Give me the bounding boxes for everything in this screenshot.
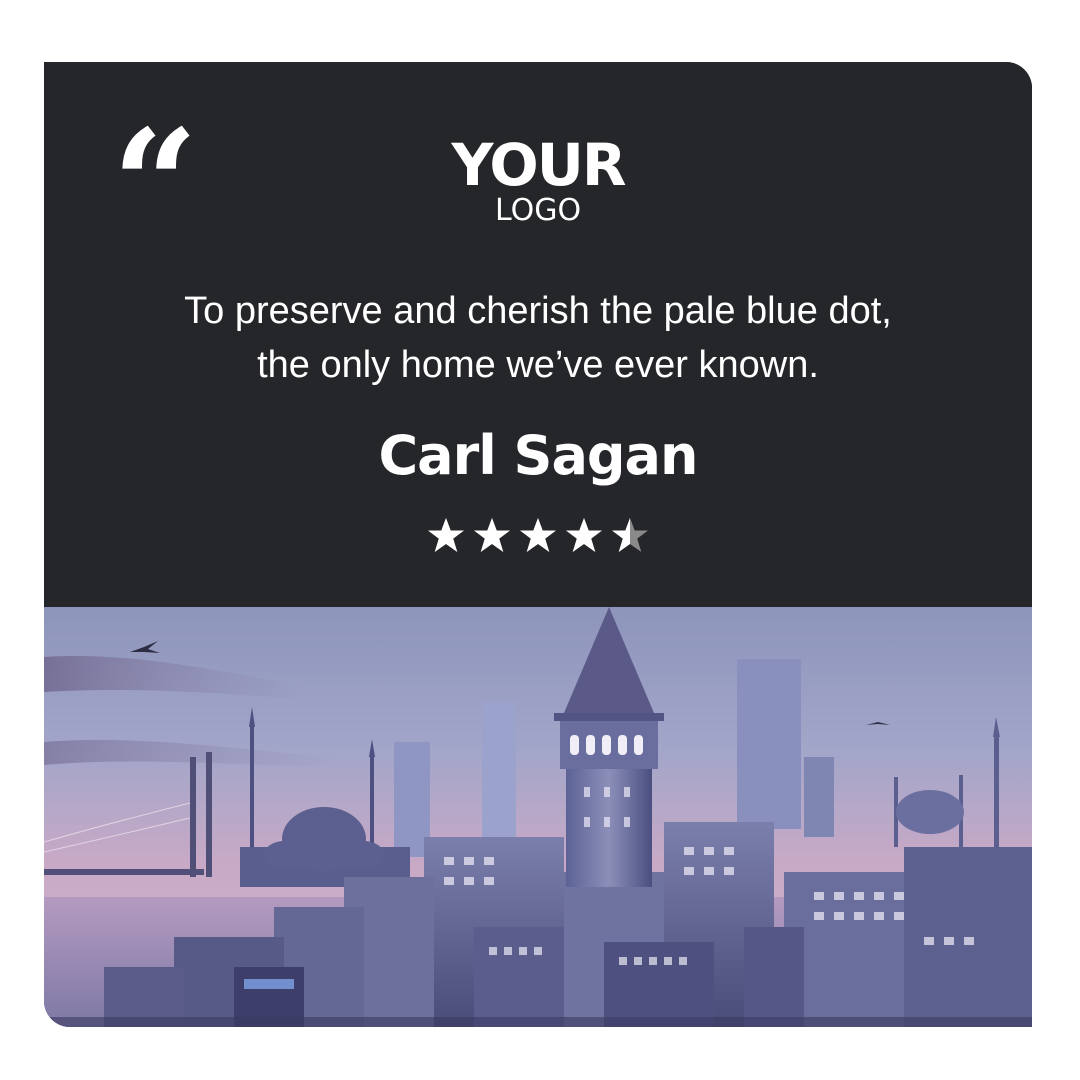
star-icon <box>520 518 556 552</box>
star-icon <box>566 518 602 552</box>
quote-text: To preserve and cherish the pale blue do… <box>84 284 992 392</box>
logo: YOUR LOGO <box>44 132 1032 228</box>
quote-line-2: the only home we’ve ever known. <box>257 344 819 386</box>
star-rating <box>44 516 1032 556</box>
testimonial-card: “ YOUR LOGO To preserve and cherish the … <box>44 62 1032 1027</box>
star-icon <box>612 518 648 552</box>
logo-sub-text: LOGO <box>494 193 582 228</box>
star-icon <box>428 518 464 552</box>
star-icon <box>474 518 510 552</box>
quote-line-1: To preserve and cherish the pale blue do… <box>184 290 892 332</box>
logo-main-text: YOUR <box>451 131 627 199</box>
city-skyline-image <box>44 607 1032 1027</box>
quote-panel: “ YOUR LOGO To preserve and cherish the … <box>44 62 1032 607</box>
author-name: Carl Sagan <box>378 424 699 487</box>
